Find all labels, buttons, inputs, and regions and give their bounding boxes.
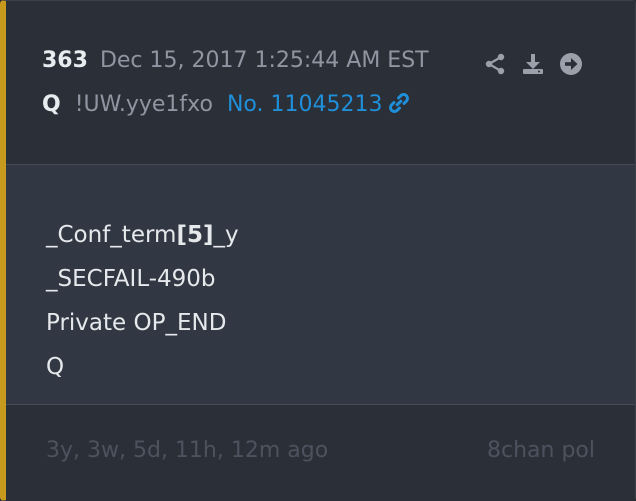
message-line-3: Private OP_END <box>46 310 227 336</box>
download-icon[interactable] <box>521 52 545 76</box>
post-header: 363 Dec 15, 2017 1:25:44 AM EST Q !UW.yy… <box>6 1 635 165</box>
share-icon[interactable] <box>483 52 507 76</box>
message-line-4: Q <box>46 354 65 380</box>
post-actions <box>483 49 583 79</box>
relative-time: 3y, 3w, 5d, 11h, 12m ago <box>46 438 329 463</box>
post-footer: 3y, 3w, 5d, 11h, 12m ago 8chan pol <box>6 405 635 501</box>
post-author: Q <box>42 92 61 117</box>
link-icon[interactable] <box>388 92 410 114</box>
post-card: 363 Dec 15, 2017 1:25:44 AM EST Q !UW.yy… <box>0 0 636 501</box>
arrow-right-circle-icon[interactable] <box>559 52 583 76</box>
post-no-link[interactable]: No. 11045213 <box>227 92 383 117</box>
post-tripcode: !UW.yye1fxo <box>74 92 213 117</box>
message-line-1: _Conf_term[5]_y <box>46 222 239 248</box>
post-date: Dec 15, 2017 1:25:44 AM EST <box>99 48 429 73</box>
post-meta-line: 363 Dec 15, 2017 1:25:44 AM EST <box>42 48 429 73</box>
post-body: _Conf_term[5]_y _SECFAIL-490b Private OP… <box>6 165 635 405</box>
post-source: 8chan pol <box>487 438 595 463</box>
post-number: 363 <box>42 48 88 73</box>
post-author-line: Q !UW.yye1fxo No. 11045213 <box>42 92 410 117</box>
message-line-2: _SECFAIL-490b <box>46 266 216 292</box>
post-message: _Conf_term[5]_y _SECFAIL-490b Private OP… <box>46 213 239 389</box>
